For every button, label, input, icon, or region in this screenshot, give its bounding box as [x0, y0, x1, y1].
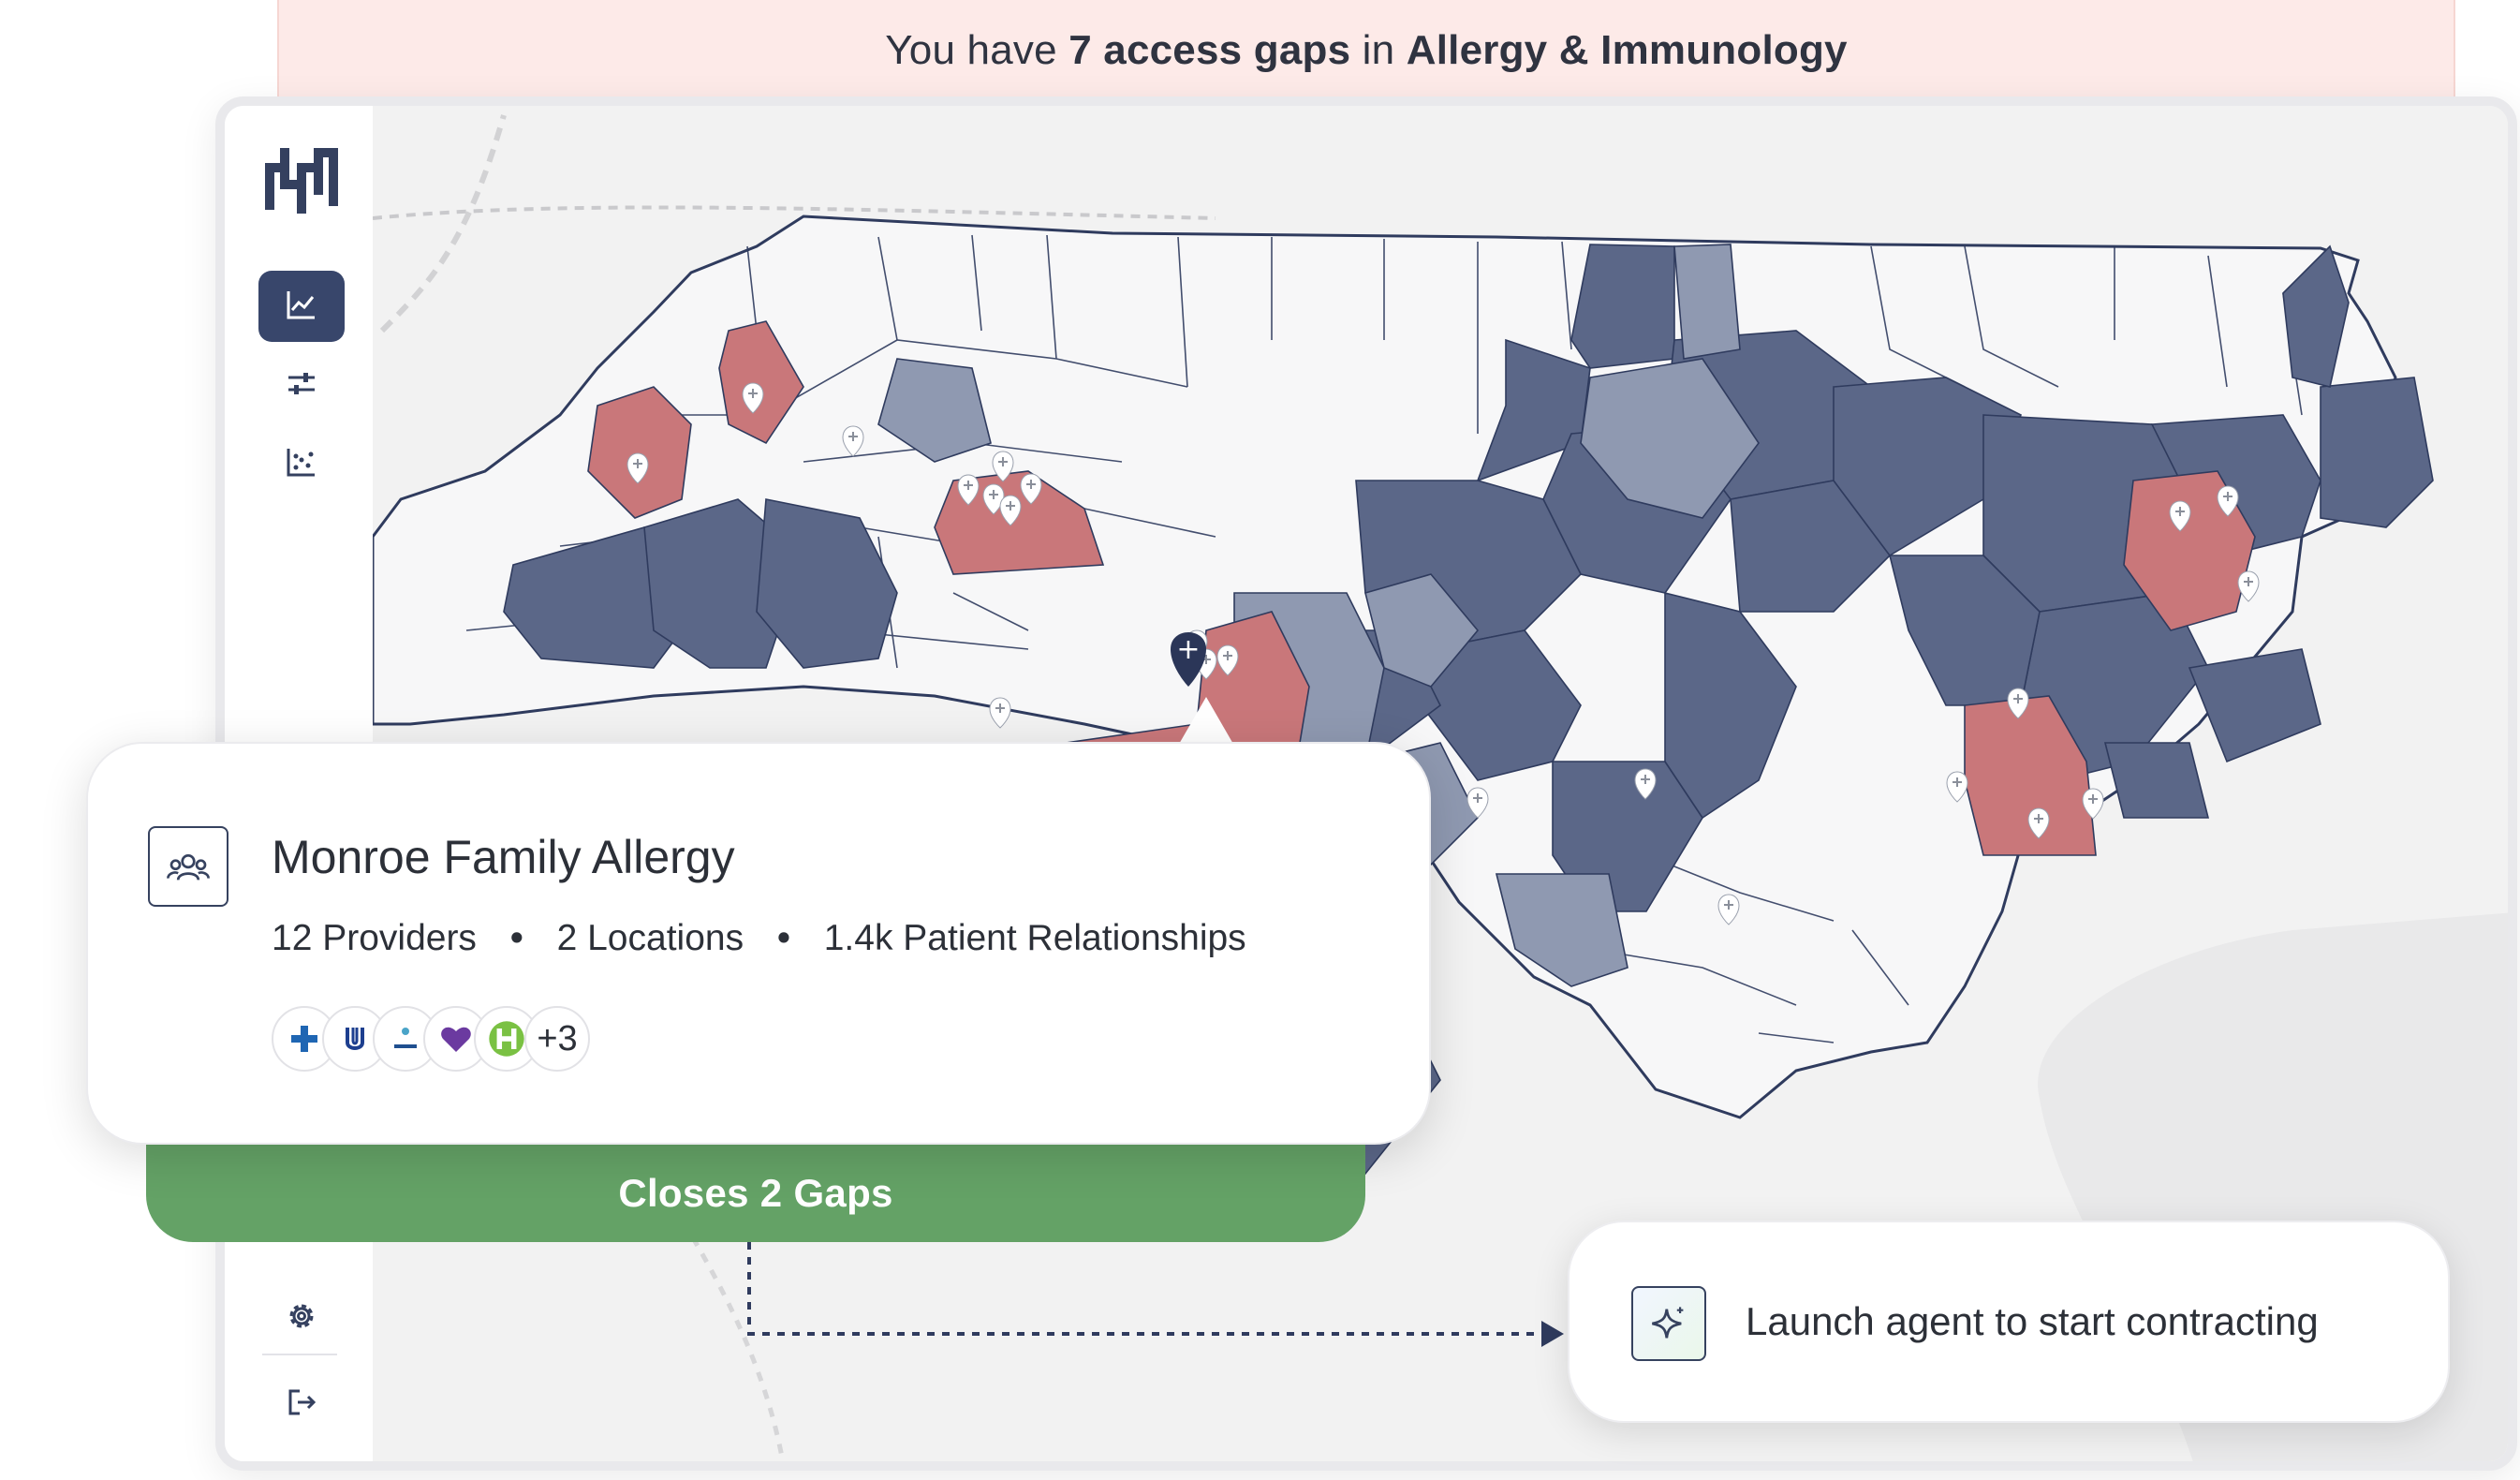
provider-count: 12 Providers	[272, 918, 477, 958]
stat-separator: •	[509, 918, 523, 958]
banner-specialty: Allergy & Immunology	[1406, 27, 1848, 73]
gear-icon	[283, 1297, 320, 1339]
app-logo[interactable]	[264, 143, 339, 218]
stat-separator: •	[777, 918, 790, 958]
sparkle-icon	[1631, 1286, 1706, 1361]
card-pointer	[1178, 697, 1234, 746]
practice-card[interactable]: Monroe Family Allergy 12 Providers • 2 L…	[86, 742, 1431, 1145]
practice-group-icon	[148, 826, 228, 907]
banner-prefix: You have	[885, 27, 1069, 73]
banner-gap-count: 7 access gaps	[1068, 27, 1351, 73]
logout-button[interactable]	[258, 1369, 345, 1440]
sliders-icon	[283, 364, 320, 407]
more-payers-badge[interactable]: +3	[524, 1006, 590, 1072]
launch-agent-button[interactable]: Launch agent to start contracting	[1568, 1221, 2450, 1423]
provider-pin[interactable]	[989, 697, 1011, 729]
launch-agent-label: Launch agent to start contracting	[1746, 1299, 2319, 1343]
nav-filters-button[interactable]	[258, 349, 345, 421]
patient-relationships: 1.4k Patient Relationships	[823, 918, 1246, 958]
access-gap-banner: You have 7 access gaps in Allergy & Immu…	[277, 0, 2455, 103]
practice-name: Monroe Family Allergy	[272, 831, 735, 883]
scatter-plot-icon	[283, 443, 320, 485]
nav-analytics-button[interactable]	[258, 271, 345, 342]
nav-scatter-button[interactable]	[258, 428, 345, 499]
chart-line-icon	[283, 286, 320, 328]
payer-logos: +3	[272, 1006, 590, 1075]
sidebar-divider	[262, 1354, 337, 1355]
settings-button[interactable]	[258, 1282, 345, 1354]
svg-text:+: +	[1176, 633, 1200, 666]
banner-middle: in	[1350, 27, 1407, 73]
location-count: 2 Locations	[556, 918, 744, 958]
practice-stats: 12 Providers • 2 Locations • 1.4k Patien…	[272, 918, 1246, 959]
logout-icon	[283, 1384, 320, 1426]
